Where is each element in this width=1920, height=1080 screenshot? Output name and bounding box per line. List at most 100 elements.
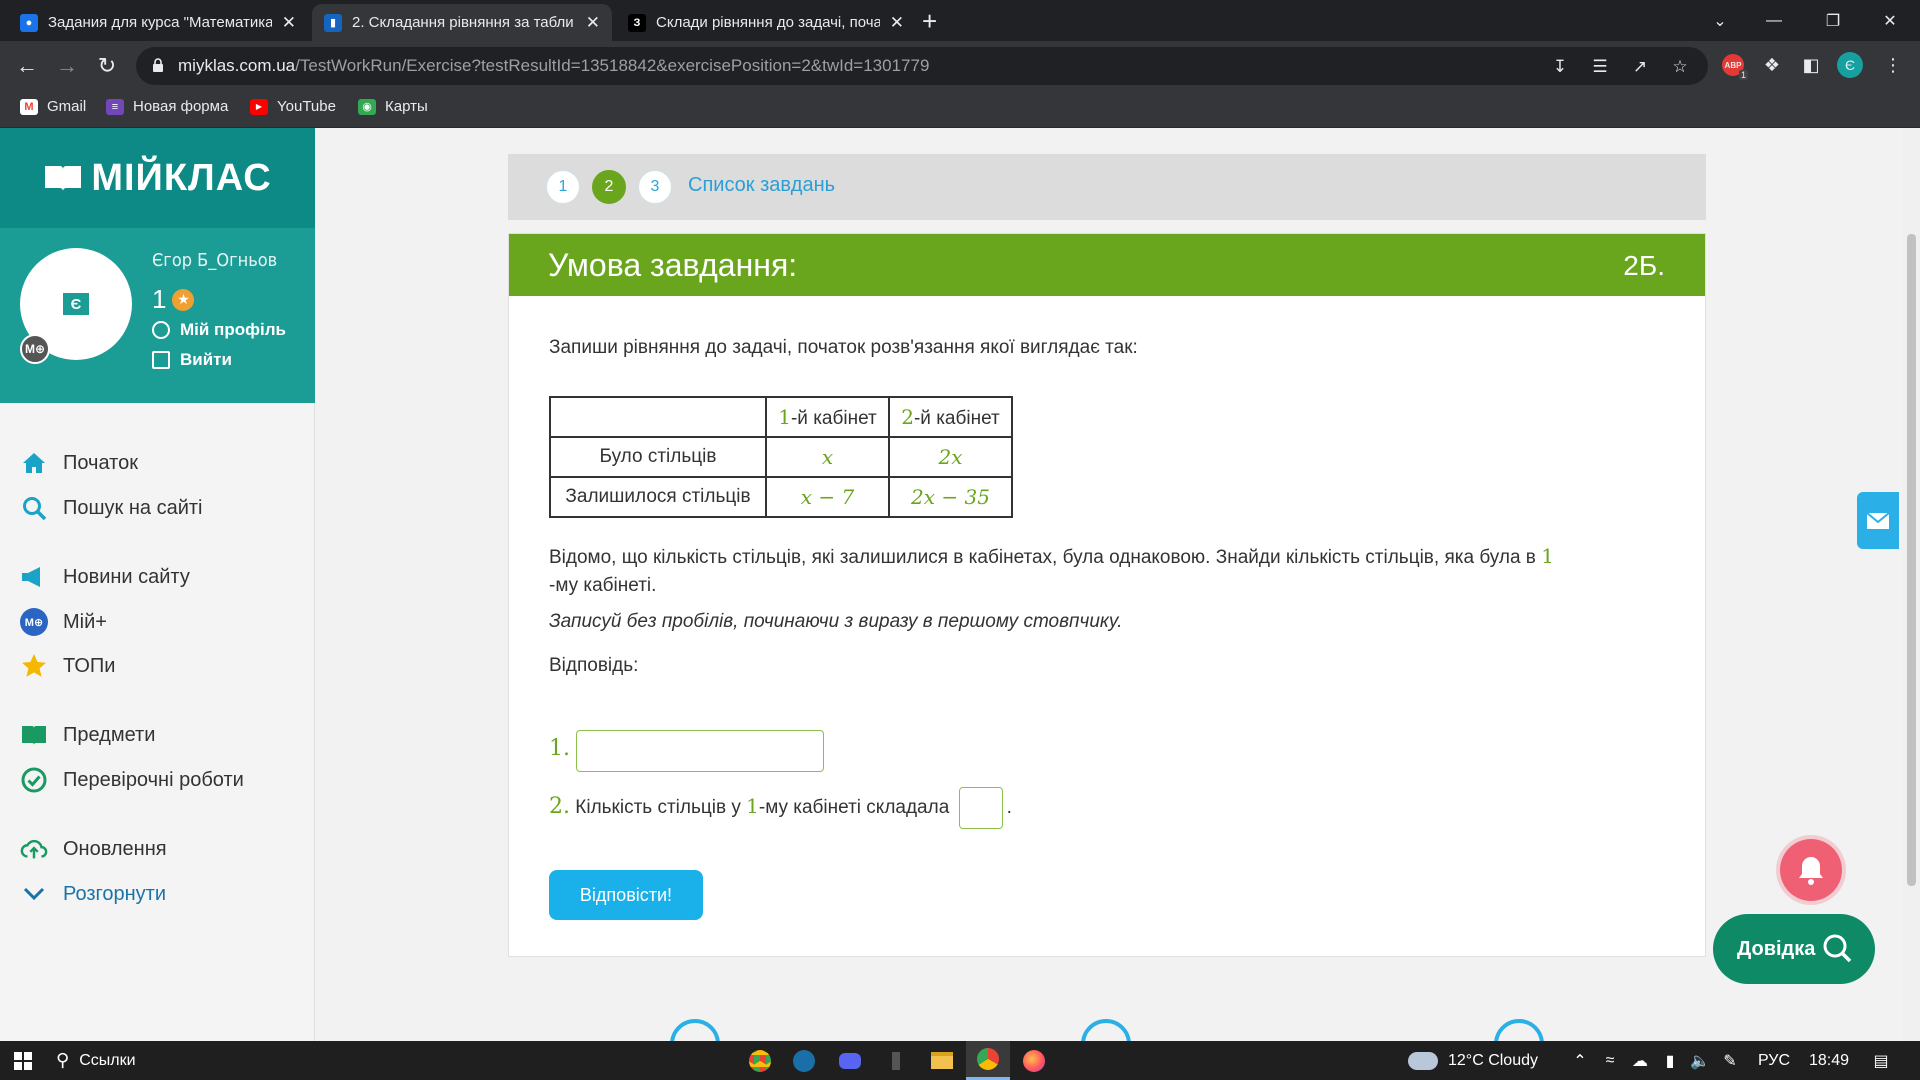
menu-item-search[interactable]: Пошук на сайті: [20, 494, 202, 522]
discord-taskbar-icon[interactable]: [830, 1041, 870, 1080]
menu-item-my-plus[interactable]: М⊕ Мій+: [20, 608, 107, 636]
menu-item-subjects[interactable]: Предмети: [20, 721, 155, 749]
close-tab-icon[interactable]: ✕: [586, 13, 600, 33]
bookmark-forms[interactable]: ≡ Новая форма: [106, 98, 228, 115]
search-icon: [20, 494, 48, 522]
answer-label: Відповідь:: [549, 655, 639, 676]
notifications-icon[interactable]: ▤: [1866, 1041, 1896, 1080]
network-icon[interactable]: ≈: [1598, 1041, 1622, 1080]
exercise-step-bar: 1 2 3 Список завдань: [508, 154, 1706, 220]
bookmark-label: Gmail: [47, 98, 87, 115]
youtube-icon: ▶: [250, 98, 268, 115]
bookmark-maps[interactable]: ◉ Карты: [358, 98, 428, 115]
back-icon[interactable]: ←: [12, 51, 42, 81]
restore-icon[interactable]: ❐: [1805, 0, 1861, 41]
question-1-number: 1.: [549, 736, 570, 761]
step-2-button[interactable]: 2: [592, 170, 626, 204]
browser-tab-course[interactable]: ● Задания для курса "Математика ✕: [8, 4, 308, 41]
new-tab-icon[interactable]: +: [922, 6, 937, 37]
chrome-active-taskbar-icon[interactable]: [966, 1041, 1010, 1080]
profile-avatar[interactable]: Є: [1837, 52, 1863, 78]
task-list-link[interactable]: Список завдань: [688, 174, 835, 197]
next-arrow-icon[interactable]: [1494, 1019, 1544, 1041]
battery-icon[interactable]: ▮: [1658, 1041, 1682, 1080]
my-plus-icon: М⊕: [20, 608, 48, 636]
menu-item-news[interactable]: Новини сайту: [20, 563, 190, 591]
weather-widget[interactable]: 12°C Cloudy: [1408, 1041, 1558, 1080]
menu-item-tops[interactable]: ТОПи: [20, 652, 115, 680]
tab-search-icon[interactable]: ⌄: [1692, 0, 1748, 41]
step-3-button[interactable]: 3: [638, 170, 672, 204]
explorer-taskbar-icon[interactable]: [922, 1041, 962, 1080]
steam-taskbar-icon[interactable]: [784, 1041, 824, 1080]
my-profile-link[interactable]: Мій профіль: [152, 320, 286, 340]
tab-title: Задания для курса "Математика: [48, 14, 272, 31]
address-bar[interactable]: miyklas.com.ua/TestWorkRun/Exercise?test…: [136, 47, 1708, 85]
menu-label: Початок: [63, 451, 138, 474]
maps-icon: ◉: [358, 98, 376, 115]
star-icon: [20, 652, 48, 680]
app-taskbar-icon[interactable]: [876, 1041, 916, 1080]
bookmark-youtube[interactable]: ▶ YouTube: [250, 98, 336, 115]
translate-icon[interactable]: ☰: [1588, 55, 1612, 79]
task-condition: Відомо, що кількість стільців, які залиш…: [549, 544, 1554, 596]
bell-icon: [1799, 857, 1823, 885]
adblock-icon[interactable]: ABP 1: [1720, 52, 1748, 80]
side-panel-icon[interactable]: ◧: [1798, 52, 1824, 78]
browser-tab-exercise[interactable]: ▮ 2. Складання рівняння за табли ✕: [312, 4, 612, 41]
volume-icon[interactable]: 🔈: [1688, 1041, 1712, 1080]
submit-answer-button[interactable]: Відповісти!: [549, 870, 703, 920]
browser-menu-icon[interactable]: ⋮: [1880, 52, 1906, 78]
chrome-taskbar-icon[interactable]: [740, 1041, 780, 1080]
windows-taskbar: ⚲ Ссылки 12°C Cloudy ⌃ ≈ ☁ ▮ 🔈 ✎ РУС 18:…: [0, 1041, 1920, 1080]
close-tab-icon[interactable]: ✕: [890, 13, 904, 33]
check-circle-icon: [20, 766, 48, 794]
menu-item-tests[interactable]: Перевірочні роботи: [20, 766, 244, 794]
menu-item-home[interactable]: Початок: [20, 449, 138, 477]
taskbar-search[interactable]: ⚲ Ссылки: [56, 1041, 166, 1080]
site-logo[interactable]: МІЙКЛАС: [0, 128, 315, 228]
tray-chevron-up-icon[interactable]: ⌃: [1568, 1041, 1592, 1080]
books-icon: [20, 721, 48, 749]
extensions-puzzle-icon[interactable]: ❖: [1759, 52, 1785, 78]
feedback-mail-button[interactable]: [1857, 492, 1899, 549]
firefox-taskbar-icon[interactable]: [1014, 1041, 1054, 1080]
step-1-button[interactable]: 1: [546, 170, 580, 204]
forward-icon[interactable]: →: [52, 51, 82, 81]
reload-icon[interactable]: ↻: [92, 51, 122, 81]
tab-title: 2. Складання рівняння за табли: [352, 14, 574, 31]
bookmark-star-icon[interactable]: ☆: [1668, 55, 1692, 79]
browser-toolbar: ← → ↻ miyklas.com.ua/TestWorkRun/Exercis…: [0, 41, 1920, 91]
bookmark-label: Новая форма: [133, 98, 229, 115]
windows-start-icon[interactable]: [8, 1041, 38, 1080]
scrollbar-thumb[interactable]: [1907, 234, 1916, 886]
chevron-down-icon: [20, 880, 48, 908]
table-cell: x − 7: [765, 476, 890, 518]
menu-label: Предмети: [63, 723, 156, 746]
help-button[interactable]: Довідка: [1713, 914, 1875, 984]
close-window-icon[interactable]: ✕: [1862, 0, 1918, 41]
page-viewport: МІЙКЛАС Є М⊕ Єгор Б_Огньов 1 ★ Мій профіл…: [0, 128, 1920, 1041]
bookmark-gmail[interactable]: M Gmail: [20, 98, 86, 115]
close-tab-icon[interactable]: ✕: [282, 13, 296, 33]
coin-icon: ★: [172, 288, 195, 311]
prev-arrow-icon[interactable]: [670, 1019, 720, 1041]
pen-icon[interactable]: ✎: [1718, 1041, 1742, 1080]
answer-2-input[interactable]: [958, 787, 1003, 829]
tab-title: Склади рівняння до задачі, поча: [656, 14, 880, 31]
onedrive-icon[interactable]: ☁: [1628, 1041, 1652, 1080]
share-icon[interactable]: ↗: [1628, 55, 1652, 79]
notifications-button[interactable]: [1780, 839, 1842, 901]
task-intro: Запиши рівняння до задачі, початок розв'…: [549, 337, 1138, 358]
language-indicator[interactable]: РУС: [1752, 1041, 1796, 1080]
install-icon[interactable]: ↧: [1548, 55, 1572, 79]
minimize-icon[interactable]: —: [1746, 0, 1802, 41]
page-scrollbar[interactable]: [1903, 128, 1920, 1041]
clock[interactable]: 18:49: [1804, 1041, 1854, 1080]
answer-1-input[interactable]: [576, 730, 824, 772]
browser-tab-equation[interactable]: З Склади рівняння до задачі, поча ✕: [616, 4, 916, 41]
menu-item-expand[interactable]: Розгорнути: [20, 880, 166, 908]
menu-item-updates[interactable]: Оновлення: [20, 835, 167, 863]
logout-link[interactable]: Вийти: [152, 350, 232, 370]
up-arrow-icon[interactable]: [1081, 1019, 1131, 1041]
